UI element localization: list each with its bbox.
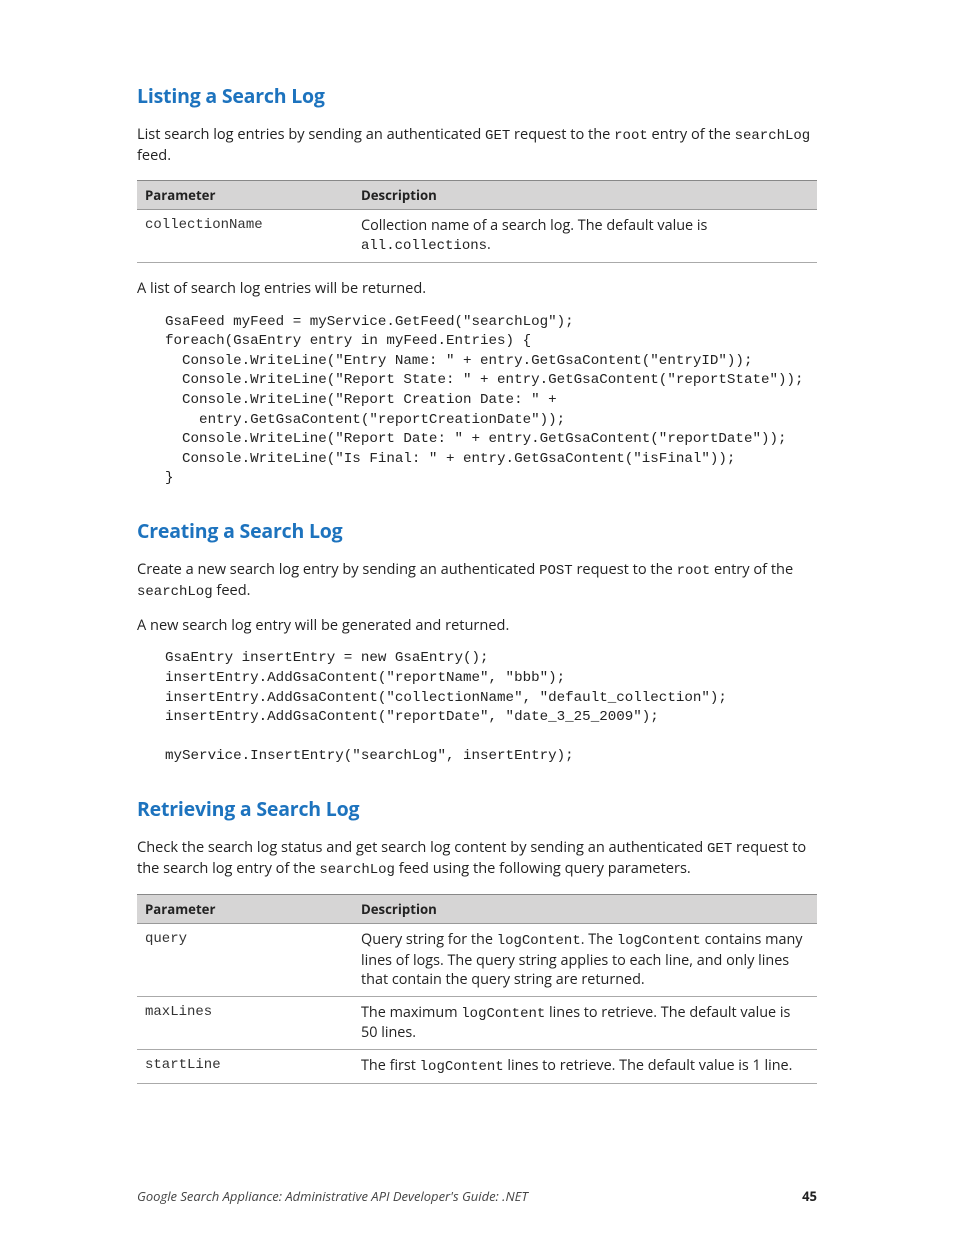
section-retrieving: Retrieving a Search Log Check the search… <box>137 795 817 1084</box>
param-name: startLine <box>137 1049 353 1083</box>
table-row: collectionName Collection name of a sear… <box>137 209 817 262</box>
section-listing: Listing a Search Log List search log ent… <box>137 82 817 489</box>
param-desc: The maximum logContent lines to retrieve… <box>353 996 817 1049</box>
th-description: Description <box>353 894 817 923</box>
table-row: query Query string for the logContent. T… <box>137 923 817 996</box>
code-listing: GsaFeed myFeed = myService.GetFeed("sear… <box>165 313 817 489</box>
param-name: query <box>137 923 353 996</box>
code-creating: GsaEntry insertEntry = new GsaEntry(); i… <box>165 649 817 767</box>
page: Listing a Search Log List search log ent… <box>0 0 954 1235</box>
table-listing: Parameter Description collectionName Col… <box>137 180 817 263</box>
th-parameter: Parameter <box>137 180 353 209</box>
intro-creating: Create a new search log entry by sending… <box>137 560 817 602</box>
param-name: collectionName <box>137 209 353 262</box>
table-row: maxLines The maximum logContent lines to… <box>137 996 817 1049</box>
section-creating: Creating a Search Log Create a new searc… <box>137 517 817 767</box>
table-row: startLine The first logContent lines to … <box>137 1049 817 1083</box>
after-intro-creating: A new search log entry will be generated… <box>137 616 817 636</box>
param-desc: Query string for the logContent. The log… <box>353 923 817 996</box>
param-desc: Collection name of a search log. The def… <box>353 209 817 262</box>
table-retrieving: Parameter Description query Query string… <box>137 894 817 1084</box>
after-table-listing: A list of search log entries will be ret… <box>137 279 817 299</box>
intro-listing: List search log entries by sending an au… <box>137 125 817 166</box>
footer-page-number: 45 <box>802 1187 817 1205</box>
th-parameter: Parameter <box>137 894 353 923</box>
heading-retrieving: Retrieving a Search Log <box>137 795 817 822</box>
footer: Google Search Appliance: Administrative … <box>137 1187 817 1205</box>
footer-title: Google Search Appliance: Administrative … <box>137 1187 528 1205</box>
intro-retrieving: Check the search log status and get sear… <box>137 838 817 880</box>
heading-creating: Creating a Search Log <box>137 517 817 544</box>
th-description: Description <box>353 180 817 209</box>
param-name: maxLines <box>137 996 353 1049</box>
heading-listing: Listing a Search Log <box>137 82 817 109</box>
param-desc: The first logContent lines to retrieve. … <box>353 1049 817 1083</box>
